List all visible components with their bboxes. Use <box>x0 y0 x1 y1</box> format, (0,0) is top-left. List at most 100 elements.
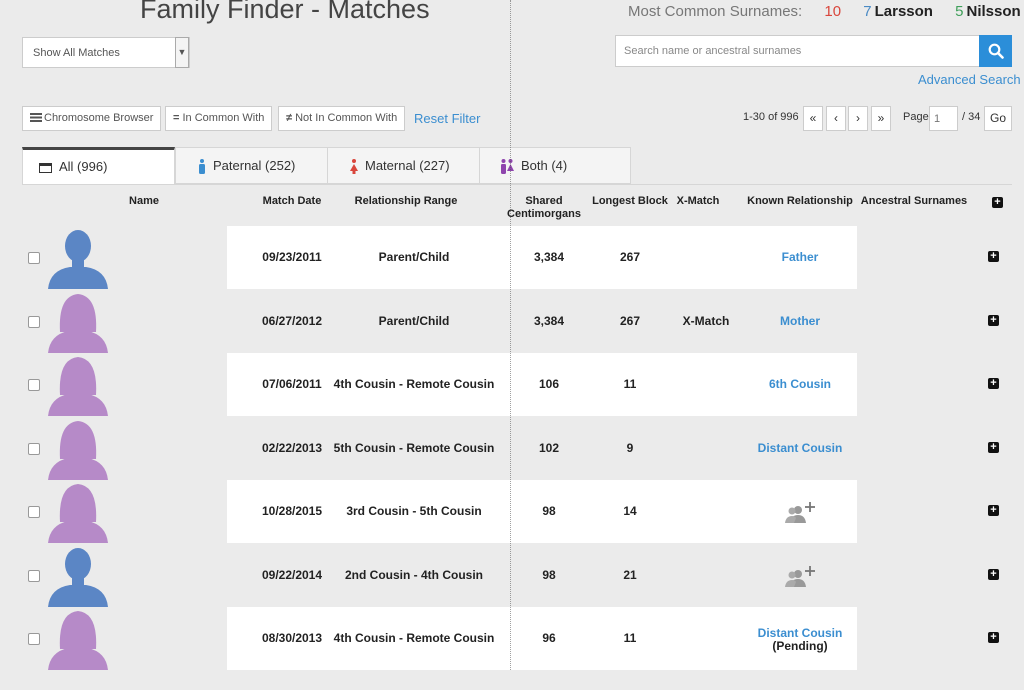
column-known-relationship[interactable]: Known Relationship <box>740 195 860 208</box>
female-avatar-icon[interactable] <box>46 417 110 480</box>
row-checkbox[interactable] <box>28 633 40 645</box>
column-longest-block[interactable]: Longest Block <box>590 195 670 208</box>
row-checkbox[interactable] <box>28 569 40 582</box>
expand-row-icon[interactable]: + <box>988 378 999 389</box>
match-date-cell: 09/23/2011 <box>262 250 322 264</box>
row-checkbox[interactable] <box>28 379 40 391</box>
match-filter-value: Show All Matches <box>33 47 120 59</box>
in-common-with-button[interactable]: = In Common With <box>165 106 273 131</box>
search-input[interactable] <box>615 35 980 67</box>
not-equal-icon: ≠ <box>286 112 293 124</box>
go-button[interactable]: Go <box>984 106 1012 131</box>
common-surnames-label: Most Common Surnames: <box>628 3 803 20</box>
not-in-common-with-button[interactable]: ≠ Not In Common With <box>278 106 406 131</box>
row-checkbox[interactable] <box>28 506 40 518</box>
shared-cm-cell: 98 <box>542 567 556 582</box>
known-relationship-link[interactable]: Distant Cousin (Pending) <box>740 627 860 690</box>
common-surnames: Most Common Surnames: 10 7 Larsson 5 Nilss… <box>628 3 1021 20</box>
surname-count[interactable]: 7 <box>863 3 871 20</box>
surname-name[interactable]: Nilsson <box>966 3 1020 20</box>
first-page-button[interactable]: « <box>803 106 823 131</box>
page-total: / 34 <box>962 111 981 123</box>
expand-row-icon[interactable]: + <box>988 505 999 516</box>
column-ancestral-surnames[interactable]: Ancestral Surnames <box>858 195 970 208</box>
table-row[interactable]: 02/22/2013 5th Cousin - Remote Cousin 102 9… <box>22 416 1012 480</box>
table-row[interactable]: 08/30/2013 4th Cousin - Remote Cousin 96 11… <box>22 607 1012 670</box>
row-checkbox[interactable] <box>28 252 40 264</box>
known-relationship-link[interactable]: Distant Cousin <box>740 417 860 480</box>
next-page-button[interactable]: › <box>848 106 868 131</box>
tab-both[interactable]: Both (4) <box>479 147 631 184</box>
tab-all-label: All (996) <box>59 159 108 174</box>
chromosome-browser-button[interactable]: Chromosome Browser <box>22 106 162 131</box>
expand-all-icon[interactable]: + <box>992 197 1003 208</box>
expand-row-icon[interactable]: + <box>988 632 999 643</box>
shared-cm-cell: 3,384 <box>533 313 565 328</box>
chromosome-browser-icon <box>30 113 42 122</box>
list-icon <box>39 162 52 173</box>
known-relationship-link[interactable]: 6th Cousin <box>740 353 860 416</box>
expand-row-icon[interactable]: + <box>988 314 999 326</box>
reset-filter-link[interactable]: Reset Filter <box>414 111 480 126</box>
longest-block-cell: 11 <box>623 377 637 391</box>
column-match-date[interactable]: Match Date <box>252 195 332 208</box>
add-relationship-icon[interactable] <box>782 502 816 524</box>
x-match-cell: X-Match <box>682 313 730 328</box>
female-avatar-icon[interactable] <box>46 607 110 670</box>
tab-maternal[interactable]: Maternal (227) <box>327 147 480 184</box>
surname-name[interactable]: Larsson <box>875 3 933 20</box>
known-relationship-label: 6th Cousin <box>769 377 831 391</box>
table-row[interactable]: 10/28/2015 3rd Cousin - 5th Cousin 98 14 + <box>22 480 1012 543</box>
longest-block-cell: 267 <box>619 313 641 328</box>
female-avatar-icon[interactable] <box>46 480 110 543</box>
shared-cm-cell: 3,384 <box>533 250 565 264</box>
table-row[interactable]: 06/27/2012 Parent/Child 3,384 267 X-Match Mot… <box>22 289 1012 353</box>
page-label: Page <box>903 111 929 123</box>
known-relationship-link[interactable]: Mother <box>740 290 860 353</box>
expand-row-icon[interactable]: + <box>988 568 999 580</box>
row-checkbox[interactable] <box>28 442 40 455</box>
surname-count[interactable]: 5 <box>955 3 963 20</box>
match-date-cell: 08/30/2013 <box>261 631 323 645</box>
table-row[interactable]: 09/22/2014 2nd Cousin - 4th Cousin 98 21 + <box>22 543 1012 607</box>
longest-block-cell: 11 <box>623 631 637 645</box>
couple-icon <box>501 159 514 175</box>
female-icon <box>350 159 358 175</box>
relationship-range-cell: 3rd Cousin - 5th Cousin <box>346 504 482 518</box>
column-name[interactable]: Name <box>114 195 174 208</box>
tab-paternal[interactable]: Paternal (252) <box>175 147 328 184</box>
female-avatar-icon[interactable] <box>46 290 110 353</box>
expand-row-icon[interactable]: + <box>988 441 999 453</box>
last-page-button[interactable]: » <box>871 106 891 131</box>
shared-cm-cell: 96 <box>542 631 556 645</box>
match-date-cell: 06/27/2012 <box>261 313 323 328</box>
match-filter-select[interactable]: Show All Matches ▼ <box>22 37 190 68</box>
column-relationship-range[interactable]: Relationship Range <box>346 195 466 208</box>
shared-cm-cell: 102 <box>538 440 560 455</box>
column-shared-cm[interactable]: Shared Centimorgans <box>504 195 584 221</box>
known-relationship-label: Mother <box>780 313 820 328</box>
surname-count[interactable]: 10 <box>824 3 841 20</box>
tab-all[interactable]: All (996) <box>22 147 175 185</box>
column-x-match[interactable]: X-Match <box>670 195 726 208</box>
page-title: Family Finder - Matches <box>140 0 430 24</box>
row-checkbox[interactable] <box>28 315 40 328</box>
male-avatar-icon[interactable] <box>46 226 110 289</box>
longest-block-cell: 14 <box>623 504 637 518</box>
female-avatar-icon[interactable] <box>46 353 110 416</box>
search-button[interactable] <box>979 35 1012 67</box>
known-relationship-link[interactable]: Father <box>740 226 860 289</box>
chevron-down-icon[interactable]: ▼ <box>175 37 189 68</box>
column-shared-cm-line1: Shared <box>525 195 563 207</box>
shared-cm-cell: 106 <box>538 377 560 391</box>
add-relationship-icon[interactable] <box>782 565 816 588</box>
pager-count: 1-30 of 996 <box>743 111 799 123</box>
male-avatar-icon[interactable] <box>46 544 110 607</box>
table-row[interactable]: 07/06/2011 4th Cousin - Remote Cousin 106 1… <box>22 353 1012 416</box>
expand-row-icon[interactable]: + <box>988 251 999 262</box>
table-row[interactable]: 09/23/2011 Parent/Child 3,384 267 Father + <box>22 226 1012 289</box>
advanced-search-link[interactable]: Advanced Search <box>918 72 1021 87</box>
page-number-input[interactable] <box>929 106 958 131</box>
known-relationship-label: Distant Cousin <box>757 626 843 640</box>
prev-page-button[interactable]: ‹ <box>826 106 846 131</box>
